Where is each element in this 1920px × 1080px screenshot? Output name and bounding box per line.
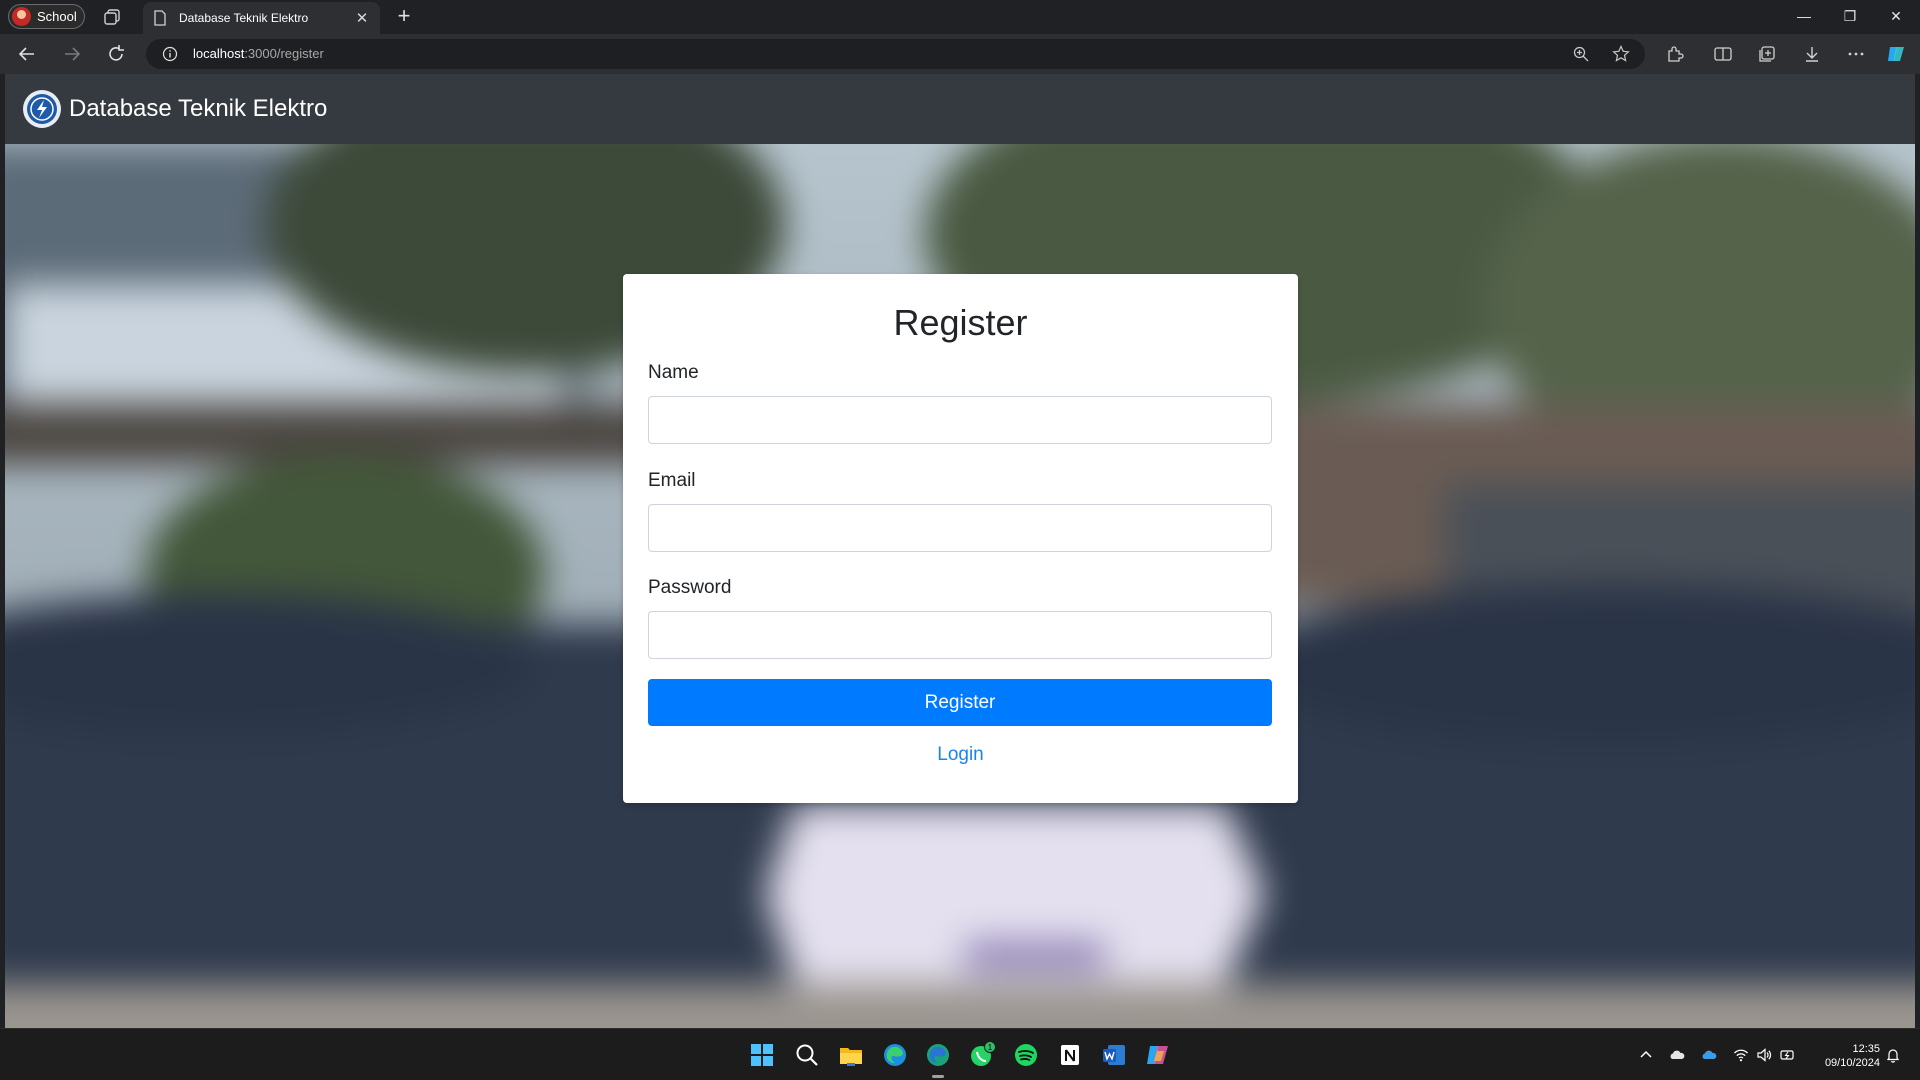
copilot-icon[interactable] [1144,1041,1172,1069]
edge-icon[interactable] [881,1041,909,1069]
workspaces-icon[interactable] [103,8,121,26]
zoom-icon[interactable] [1572,45,1590,63]
clock-date: 09/10/2024 [1824,1057,1880,1069]
restore-button[interactable]: ❐ [1836,4,1864,28]
copilot-sidebar-icon[interactable] [1886,44,1906,64]
background-photo: Register Name Email Password Register Lo… [5,144,1915,1028]
page-icon [154,10,166,26]
download-icon[interactable] [1802,44,1822,64]
name-label: Name [648,362,699,383]
profile-label: School [37,9,77,24]
url-host: localhost [193,46,245,61]
back-icon[interactable] [15,42,39,66]
register-card: Register Name Email Password Register Lo… [623,274,1298,803]
browser-toolbar: localhost:3000/register [0,34,1920,74]
forward-icon[interactable] [60,42,84,66]
spotify-icon[interactable] [1012,1041,1040,1069]
address-bar[interactable]: localhost:3000/register [146,39,1645,69]
notion-icon[interactable] [1056,1041,1084,1069]
more-options-icon[interactable] [1846,44,1866,64]
web-page: Database Teknik Elektro Register Name Em… [5,74,1915,1028]
password-label: Password [648,577,732,598]
split-screen-icon[interactable] [1713,44,1733,64]
search-icon[interactable] [793,1041,821,1069]
start-icon[interactable] [748,1041,776,1069]
whatsapp-badge: 1 [988,1043,993,1052]
battery-icon[interactable] [1779,1047,1795,1063]
new-tab-button[interactable]: + [392,4,416,28]
collections-icon[interactable] [1757,44,1777,64]
url-text[interactable]: localhost:3000/register [193,46,324,61]
extensions-icon[interactable] [1665,44,1685,64]
site-info-icon[interactable] [162,46,178,62]
login-link[interactable]: Login [623,744,1298,766]
volume-icon[interactable] [1756,1047,1772,1063]
windows-taskbar: 1 12:35 09/10/2024 [0,1028,1920,1080]
word-icon[interactable] [1100,1041,1128,1069]
active-app-indicator [932,1075,944,1078]
browser-tab-bar: School Database Teknik Elektro ✕ + — ❐ ✕ [0,0,1920,34]
email-input[interactable] [648,504,1272,552]
favorite-star-icon[interactable] [1612,45,1630,63]
file-explorer-icon[interactable] [837,1041,865,1069]
wifi-icon[interactable] [1733,1047,1749,1063]
tab-close-icon[interactable]: ✕ [350,9,374,27]
register-heading: Register [893,302,1028,343]
notification-icon[interactable] [1885,1047,1901,1063]
register-button[interactable]: Register [648,679,1272,726]
system-clock[interactable]: 12:35 09/10/2024 [1808,1042,1880,1070]
profile-avatar [12,7,31,26]
onedrive-business-icon[interactable] [1701,1047,1717,1063]
brand-logo-icon[interactable] [23,90,61,128]
refresh-icon[interactable] [104,42,128,66]
url-path: :3000/register [244,46,324,61]
password-input[interactable] [648,611,1272,659]
tab-active[interactable]: Database Teknik Elektro ✕ [143,2,380,34]
site-navbar: Database Teknik Elektro [5,74,1915,144]
onedrive-personal-icon[interactable] [1669,1047,1685,1063]
brand-title[interactable]: Database Teknik Elektro [69,95,327,123]
edge-dev-icon[interactable] [924,1041,952,1069]
whatsapp-icon[interactable]: 1 [968,1041,996,1069]
email-label: Email [648,470,696,491]
close-window-button[interactable]: ✕ [1882,4,1910,28]
tab-title: Database Teknik Elektro [179,11,309,25]
chevron-up-icon[interactable] [1638,1047,1654,1063]
name-input[interactable] [648,396,1272,444]
clock-time: 12:35 [1852,1043,1880,1055]
profile-button[interactable]: School [8,4,85,29]
minimize-button[interactable]: — [1790,4,1818,28]
